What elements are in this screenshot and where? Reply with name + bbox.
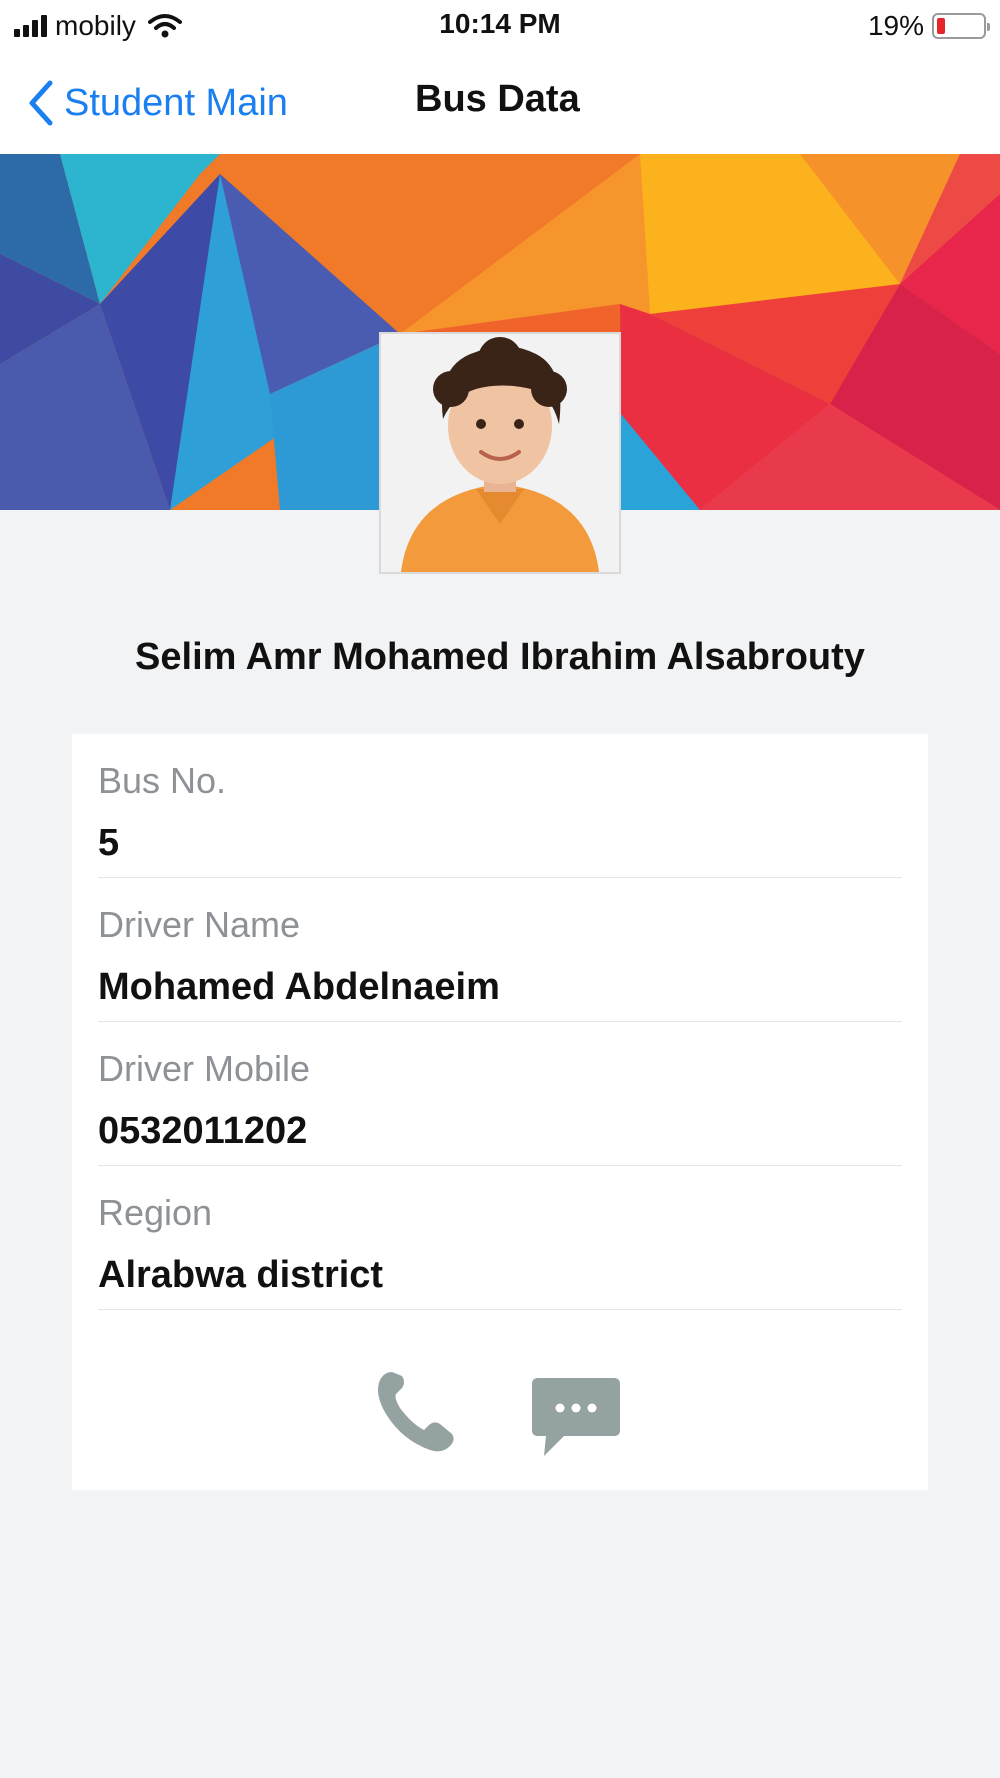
status-right: 19%	[867, 8, 990, 44]
bus-info-card: Bus No. 5 Driver Name Mohamed Abdelnaeim…	[72, 734, 928, 1490]
status-bar: mobily 10:14 PM 19%	[0, 0, 1000, 52]
call-button[interactable]	[372, 1366, 462, 1456]
field-bus-no: Bus No. 5	[98, 734, 902, 878]
field-label: Driver Mobile	[98, 1048, 311, 1089]
message-button[interactable]	[530, 1376, 622, 1460]
status-time: 10:14 PM	[439, 8, 561, 39]
field-value: 0532011202	[98, 1110, 308, 1152]
field-label: Region	[98, 1192, 213, 1233]
field-label: Bus No.	[98, 760, 227, 801]
student-photo	[379, 332, 621, 574]
chevron-left-icon	[29, 80, 53, 126]
field-label: Driver Name	[98, 904, 301, 945]
field-value: Alrabwa district	[98, 1254, 384, 1296]
message-icon	[532, 1378, 620, 1456]
battery-icon	[932, 13, 990, 39]
battery-level	[937, 18, 946, 34]
page-title: Bus Data	[415, 78, 580, 120]
field-region: Region Alrabwa district	[98, 1166, 902, 1310]
student-name: Selim Amr Mohamed Ibrahim Alsabrouty	[135, 636, 865, 678]
back-button[interactable]: Student Main	[28, 76, 288, 130]
battery-percent: 19%	[867, 10, 924, 41]
field-driver-name: Driver Name Mohamed Abdelnaeim	[98, 878, 902, 1022]
field-driver-mobile: Driver Mobile 0532011202	[98, 1022, 902, 1166]
nav-bar: Student Main Bus Data	[0, 52, 1000, 154]
field-value: 5	[98, 822, 120, 864]
field-value: Mohamed Abdelnaeim	[98, 966, 500, 1008]
avatar	[381, 334, 619, 572]
contact-actions	[72, 1366, 928, 1466]
phone-icon	[378, 1372, 454, 1452]
back-label: Student Main	[64, 81, 288, 124]
